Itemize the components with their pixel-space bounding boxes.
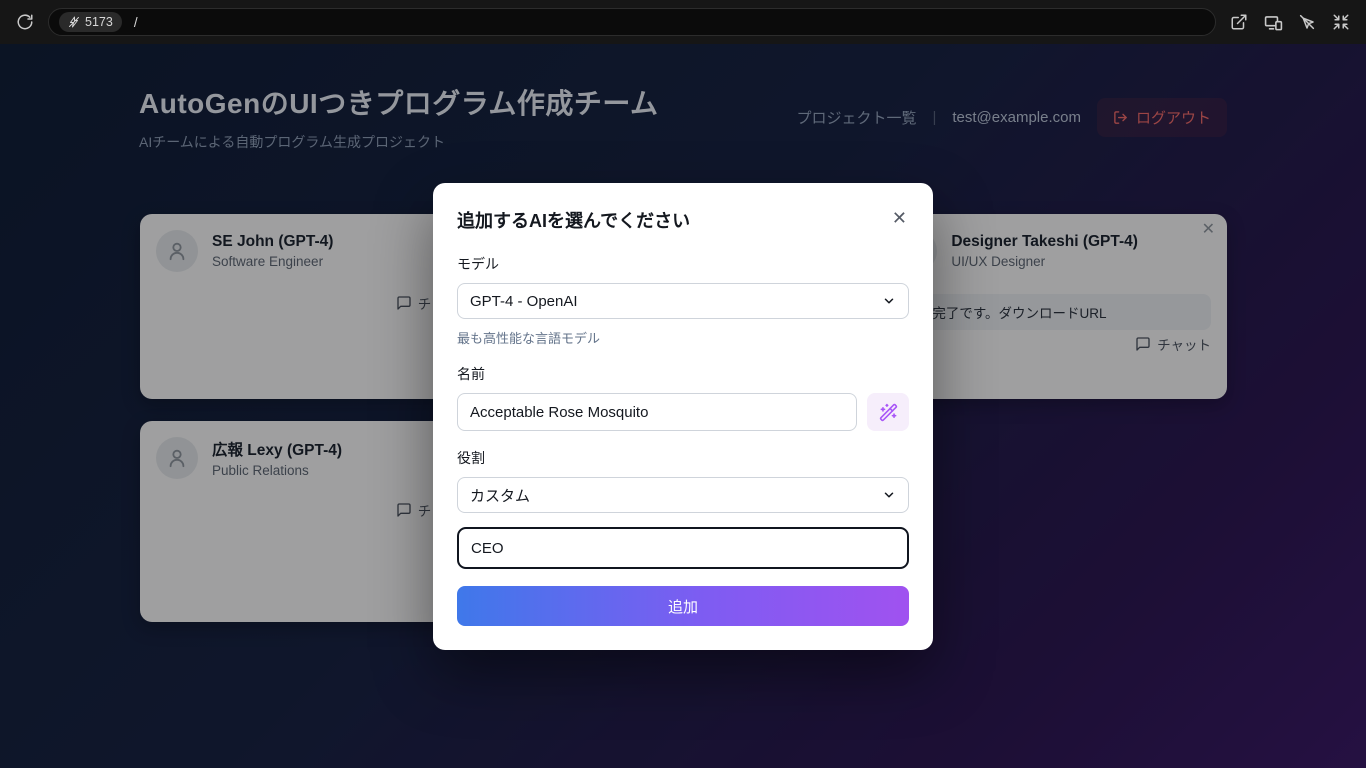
modal-title: 追加するAIを選んでください	[457, 207, 690, 233]
name-label: 名前	[457, 364, 909, 384]
magic-wand-icon	[879, 403, 898, 422]
devices-icon	[1264, 13, 1283, 32]
name-input[interactable]	[457, 393, 857, 431]
custom-role-input[interactable]	[457, 527, 909, 569]
collapse-button[interactable]	[1328, 9, 1354, 35]
role-label: 役割	[457, 448, 909, 468]
chevron-down-icon	[882, 294, 896, 308]
chevron-down-icon	[882, 488, 896, 502]
external-link-icon	[1230, 13, 1248, 31]
app-page: AutoGenのUIつきプログラム作成チーム AIチームによる自動プログラム生成…	[0, 44, 1366, 768]
shrink-icon	[1332, 13, 1350, 31]
port-number: 5173	[85, 15, 113, 29]
model-select-value: GPT-4 - OpenAI	[470, 293, 578, 310]
port-badge[interactable]: 5173	[59, 12, 122, 32]
add-button[interactable]: 追加	[457, 586, 909, 626]
name-field-group: 名前	[457, 364, 909, 431]
chrome-actions	[1226, 9, 1354, 35]
pointer-toggle-button[interactable]	[1294, 9, 1320, 35]
url-path: /	[134, 15, 138, 30]
reload-button[interactable]	[12, 9, 38, 35]
modal-close-button[interactable]: ✕	[890, 207, 909, 229]
role-select-value: カスタム	[470, 485, 530, 506]
model-select[interactable]: GPT-4 - OpenAI	[457, 283, 909, 319]
role-field-group: 役割 カスタム	[457, 448, 909, 513]
role-select[interactable]: カスタム	[457, 477, 909, 513]
random-name-button[interactable]	[867, 393, 909, 431]
model-field-group: モデル GPT-4 - OpenAI 最も高性能な言語モデル	[457, 254, 909, 347]
model-label: モデル	[457, 254, 909, 274]
open-external-button[interactable]	[1226, 9, 1252, 35]
modal-header: 追加するAIを選んでください ✕	[457, 207, 909, 233]
pointer-off-icon	[1298, 13, 1316, 31]
add-ai-modal: 追加するAIを選んでください ✕ モデル GPT-4 - OpenAI 最も高性…	[433, 183, 933, 650]
url-bar[interactable]: 5173 /	[48, 8, 1216, 36]
reload-icon	[16, 13, 34, 31]
model-hint: 最も高性能な言語モデル	[457, 328, 909, 347]
browser-chrome: 5173 /	[0, 0, 1366, 44]
device-preview-button[interactable]	[1260, 9, 1286, 35]
zap-icon	[68, 16, 80, 28]
name-row	[457, 393, 909, 431]
